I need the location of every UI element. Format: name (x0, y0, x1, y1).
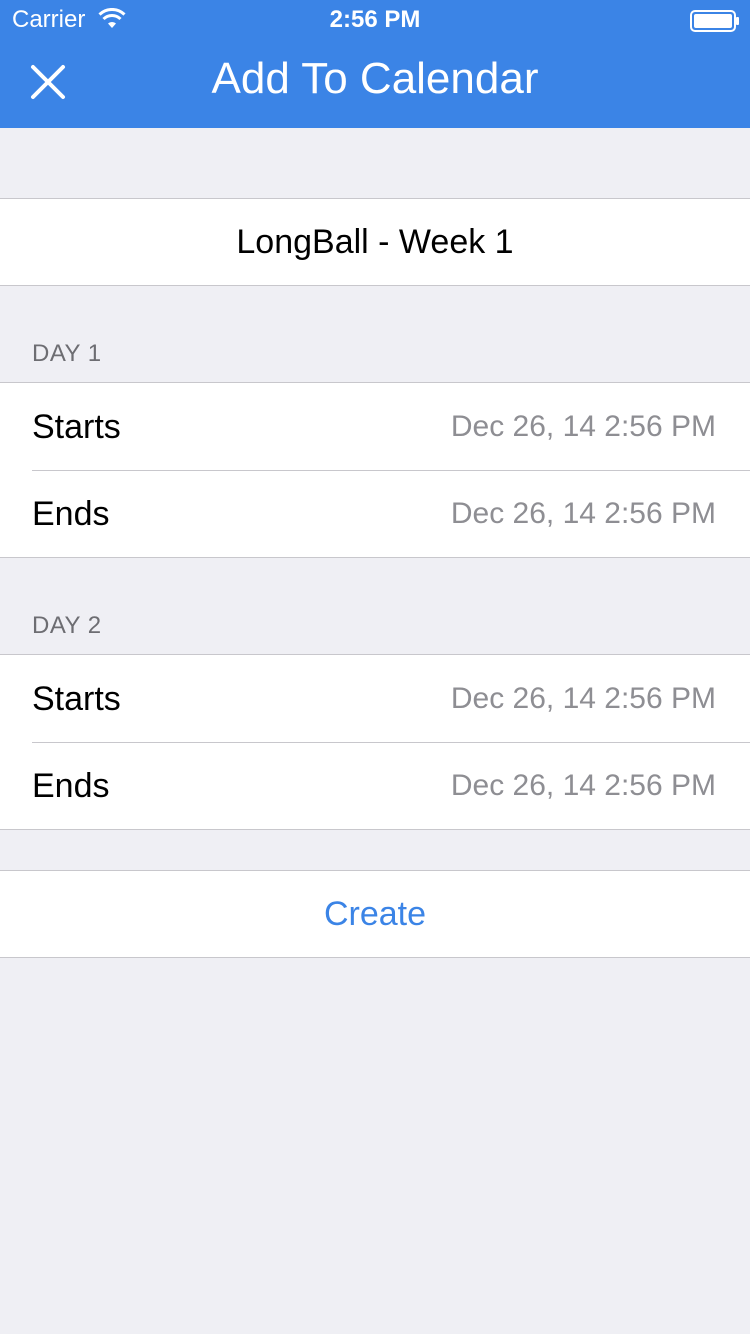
create-button[interactable]: Create (0, 870, 750, 958)
create-button-label: Create (323, 894, 427, 933)
ends-label: Ends (32, 495, 110, 533)
event-title-cell[interactable]: LongBall - Week 1 (0, 198, 750, 286)
day-2-starts-row[interactable]: Starts Dec 26, 14 2:56 PM (0, 655, 750, 743)
ends-value: Dec 26, 14 2:56 PM (450, 769, 716, 802)
day-1-ends-row[interactable]: Ends Dec 26, 14 2:56 PM (0, 470, 750, 558)
starts-value: Dec 26, 14 2:56 PM (450, 682, 716, 715)
navigation-bar: Carrier 2:56 PM Add To Calendar (0, 0, 750, 128)
day-1-starts-row[interactable]: Starts Dec 26, 14 2:56 PM (0, 383, 750, 471)
starts-label: Starts (32, 408, 121, 446)
starts-label: Starts (32, 680, 121, 718)
page-title: Add To Calendar (211, 54, 539, 103)
day-2-ends-row[interactable]: Ends Dec 26, 14 2:56 PM (0, 742, 750, 830)
status-time: 2:56 PM (329, 6, 421, 33)
event-title: LongBall - Week 1 (236, 222, 514, 261)
starts-value: Dec 26, 14 2:56 PM (450, 410, 716, 443)
ends-value: Dec 26, 14 2:56 PM (450, 497, 716, 530)
section-header-day-2: DAY 2 (32, 612, 102, 639)
section-header-day-1: DAY 1 (32, 340, 102, 367)
ends-label: Ends (32, 767, 110, 805)
status-bar: Carrier 2:56 PM (0, 0, 750, 40)
day-2-group: Starts Dec 26, 14 2:56 PM Ends Dec 26, 1… (0, 654, 750, 830)
battery-icon (690, 10, 739, 32)
day-1-group: Starts Dec 26, 14 2:56 PM Ends Dec 26, 1… (0, 382, 750, 558)
